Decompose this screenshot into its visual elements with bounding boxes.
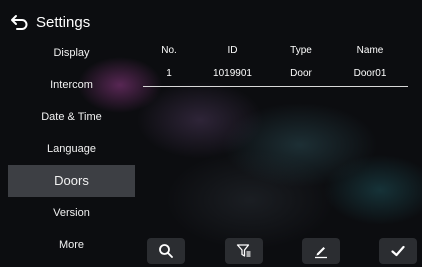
table-row[interactable]: 1 1019901 Door Door01 [143,62,408,87]
column-header-id: ID [227,45,238,56]
sidebar-item-doors[interactable]: Doors [8,165,135,197]
sidebar-item-intercom[interactable]: Intercom [8,69,135,101]
page-header: Settings [10,10,90,34]
column-header-type: Type [290,45,312,56]
column-header-no: No. [161,45,177,56]
cell-name: Door01 [353,68,387,79]
settings-sidebar: Display Intercom Date & Time Language Do… [8,37,135,261]
search-button[interactable] [147,238,185,264]
column-header-name: Name [356,45,384,56]
table-header-row: No. ID Type Name [143,40,408,62]
doors-table: No. ID Type Name 1 1019901 Door Door01 [143,40,408,87]
confirm-button[interactable] [379,238,417,264]
edit-icon [315,247,327,259]
cell-id: 1019901 [213,68,252,79]
filter-button[interactable] [225,238,263,264]
sidebar-item-language[interactable]: Language [8,133,135,165]
back-arrow-icon[interactable] [10,12,30,32]
sidebar-item-version[interactable]: Version [8,197,135,229]
filter-icon [236,244,251,257]
page-title: Settings [36,13,91,31]
sidebar-item-date-time[interactable]: Date & Time [8,101,135,133]
confirm-check-icon [391,245,405,257]
cell-type: Door [290,68,312,79]
bottom-toolbar [0,238,422,266]
cell-no: 1 [166,68,172,79]
sidebar-item-display[interactable]: Display [8,37,135,69]
search-icon [159,244,173,258]
edit-button[interactable] [302,238,340,264]
